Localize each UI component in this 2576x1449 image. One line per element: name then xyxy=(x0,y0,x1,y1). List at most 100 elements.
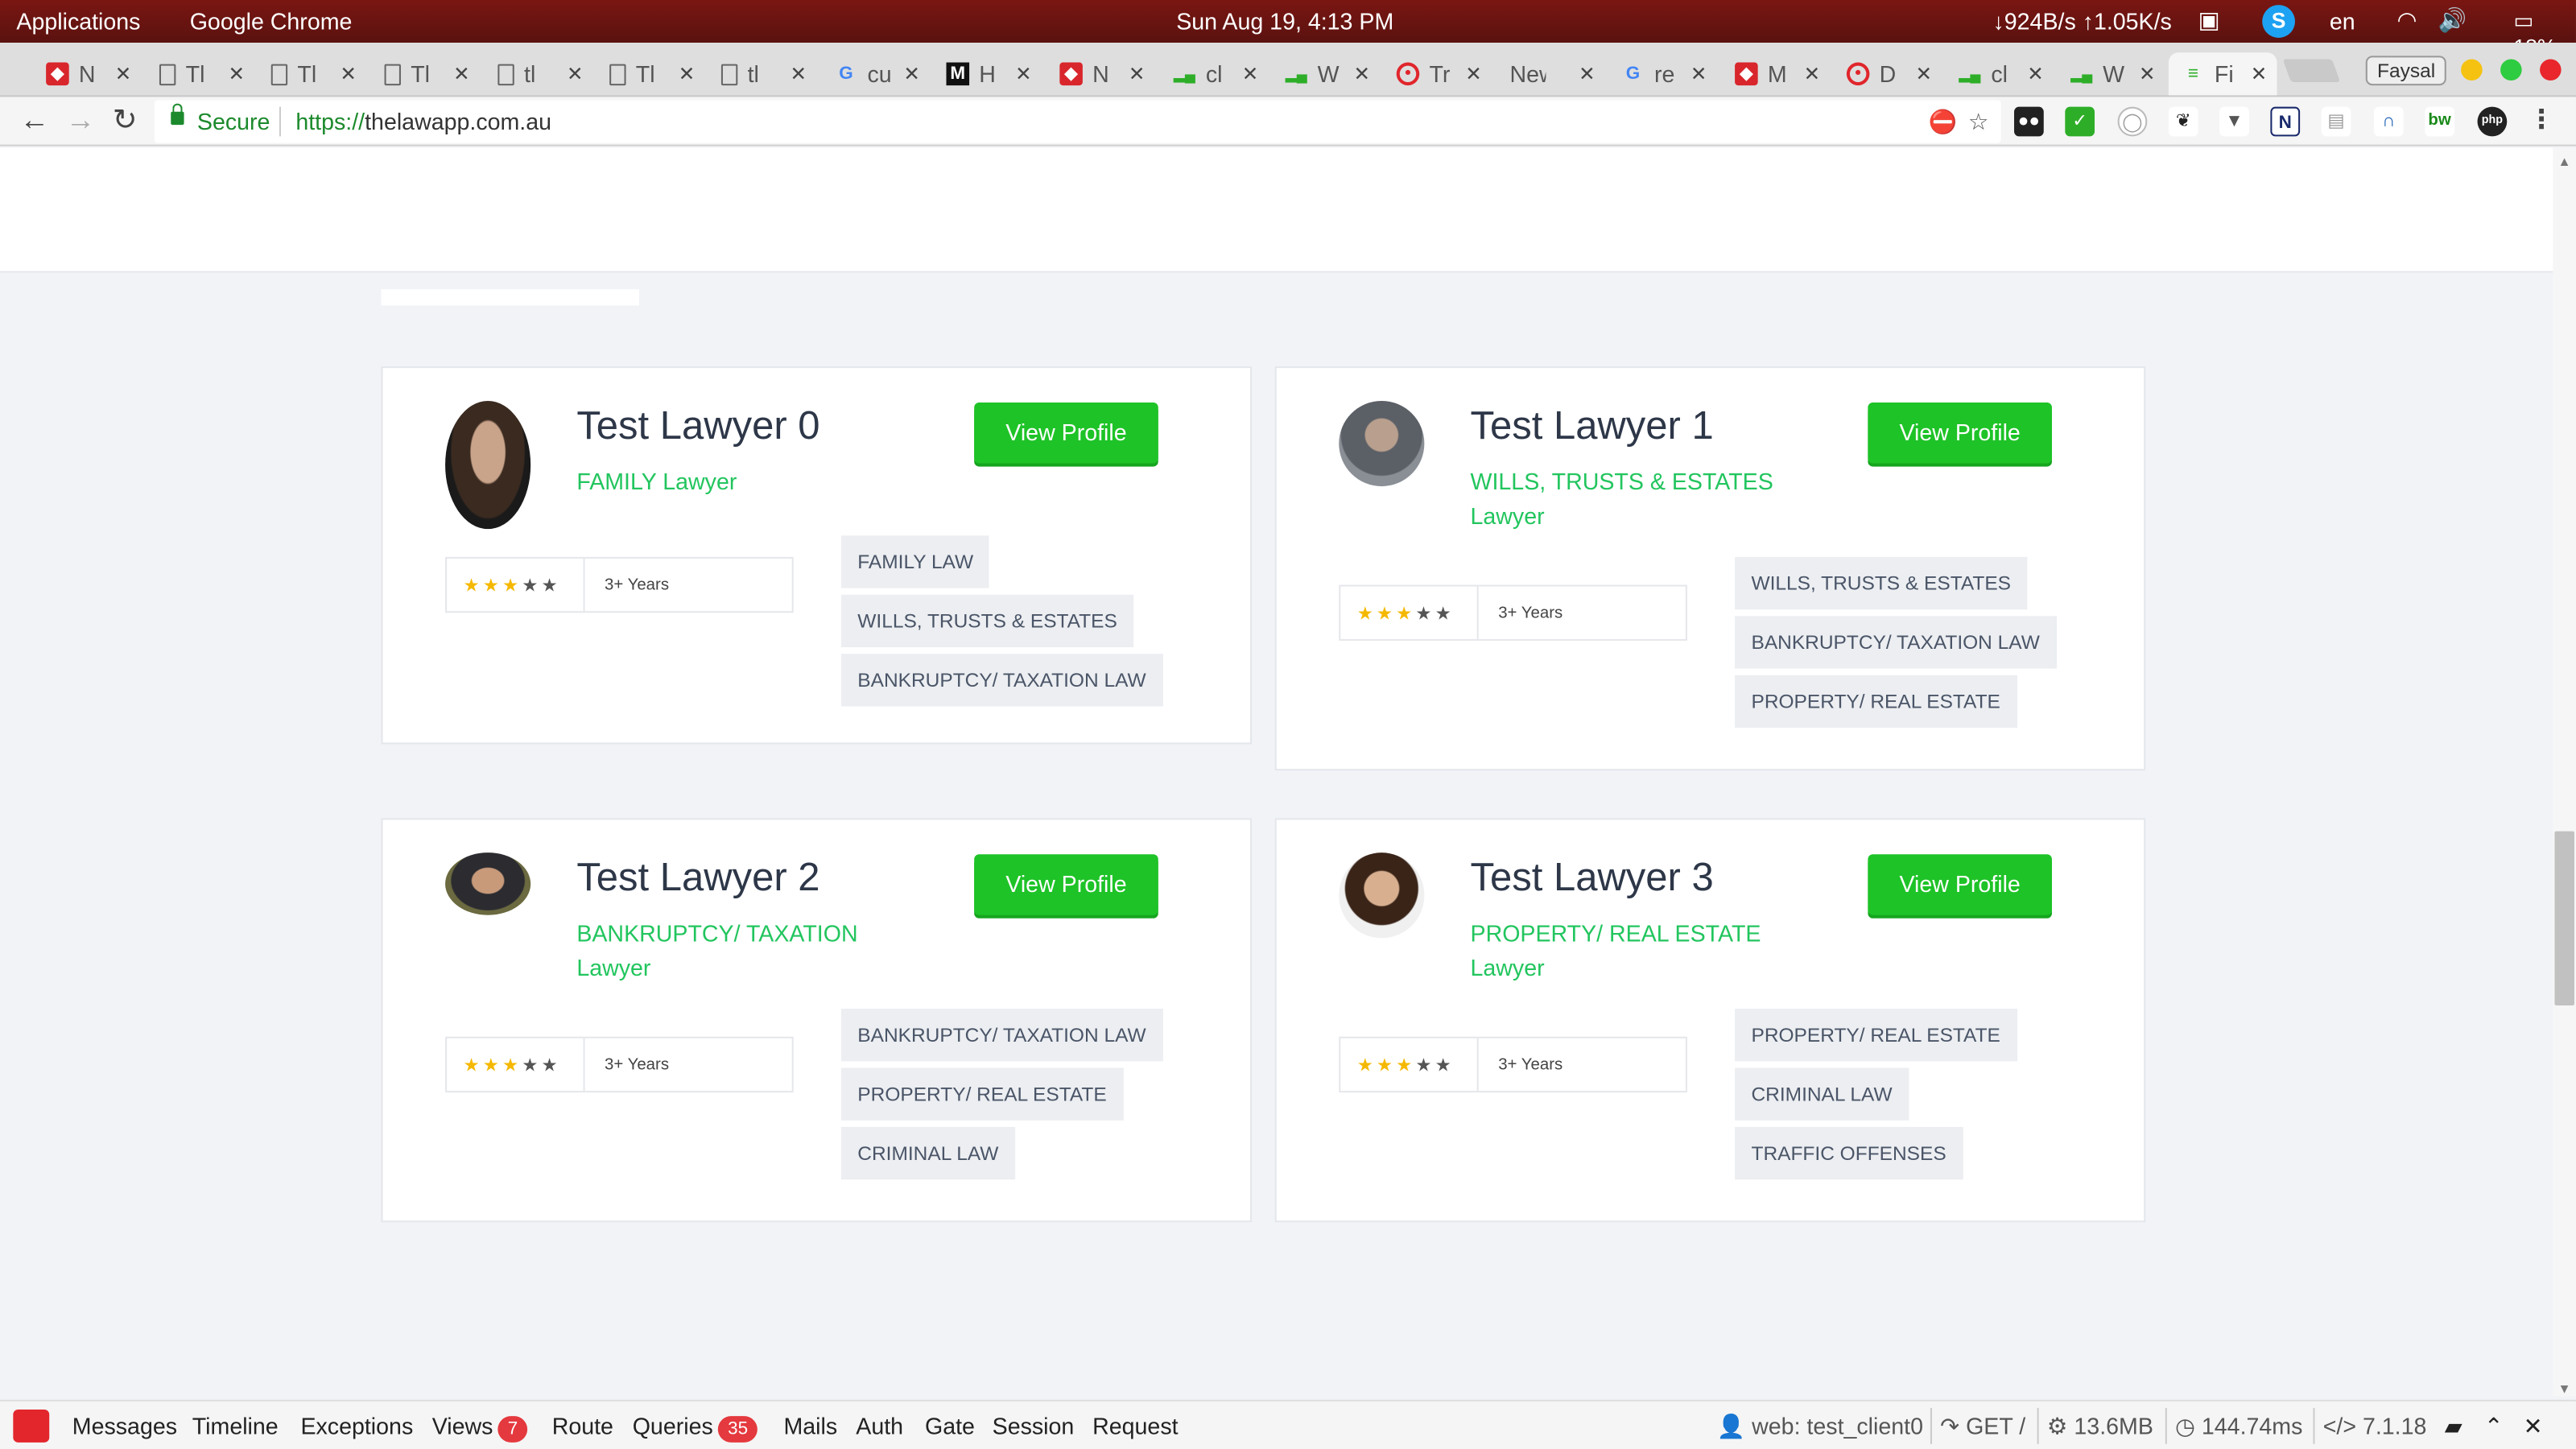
practice-area-tag[interactable]: CRIMINAL LAW xyxy=(1735,1067,1909,1121)
minimize-button[interactable] xyxy=(2461,59,2483,80)
active-app-name[interactable]: Google Chrome xyxy=(190,8,353,35)
secure-label[interactable]: Secure xyxy=(197,109,270,135)
browser-tab[interactable]: Tl ✕ xyxy=(147,52,255,95)
practice-area-tag[interactable]: BANKRUPTCY/ TAXATION LAW xyxy=(840,1009,1163,1062)
back-icon[interactable]: ← xyxy=(16,104,52,138)
close-debugbar-icon[interactable]: ✕ xyxy=(2524,1413,2543,1441)
tab-close-icon[interactable]: ✕ xyxy=(1242,63,1259,86)
practice-area-tag[interactable]: WILLS, TRUSTS & ESTATES xyxy=(840,594,1134,648)
practice-area-tag[interactable]: BANKRUPTCY/ TAXATION LAW xyxy=(1735,616,2057,669)
browser-tab[interactable]: Tl ✕ xyxy=(258,52,366,95)
practice-area-tag[interactable]: BANKRUPTCY/ TAXATION LAW xyxy=(840,654,1163,707)
browser-tab[interactable]: New ✕ xyxy=(1496,52,1605,95)
url-text[interactable]: https://thelawapp.com.au xyxy=(295,109,551,135)
tab-close-icon[interactable]: ✕ xyxy=(229,63,246,86)
system-clock[interactable]: Sun Aug 19, 4:13 PM xyxy=(1176,8,1393,35)
tab-close-icon[interactable]: ✕ xyxy=(1353,63,1370,86)
debug-tab-mails[interactable]: Mails xyxy=(783,1413,837,1439)
filter-tab-stub[interactable] xyxy=(381,289,639,306)
tab-close-icon[interactable]: ✕ xyxy=(1015,63,1032,86)
debug-request-method[interactable]: ↷ GET / xyxy=(1940,1413,2025,1441)
extension-n-icon[interactable]: N xyxy=(2270,106,2301,137)
tab-close-icon[interactable]: ✕ xyxy=(1804,63,1821,86)
extension-circle-icon[interactable]: ◯ xyxy=(2117,106,2148,137)
view-profile-button[interactable]: View Profile xyxy=(1868,402,2052,464)
browser-tab[interactable]: ◆ M ✕ xyxy=(1722,52,1831,95)
wifi-icon[interactable]: ◠ xyxy=(2397,6,2417,35)
clipboard-icon[interactable]: ▣ xyxy=(2198,6,2220,35)
tab-close-icon[interactable]: ✕ xyxy=(903,63,920,86)
debug-php-version[interactable]: </> 7.1.18 xyxy=(2323,1413,2427,1439)
tab-close-icon[interactable]: ✕ xyxy=(1690,63,1707,86)
debug-tab-route[interactable]: Route xyxy=(552,1413,613,1439)
browser-tab[interactable]: ▂▄ cl ✕ xyxy=(1945,52,2054,95)
extension-bw-icon[interactable]: bw xyxy=(2425,106,2454,137)
extension-gnome-icon[interactable]: ❦ xyxy=(2168,106,2198,137)
practice-area-tag[interactable]: CRIMINAL LAW xyxy=(840,1126,1015,1180)
browser-tab[interactable]: ≡ Fi ✕ xyxy=(2168,52,2277,96)
browser-tab[interactable]: ▂▄ W ✕ xyxy=(2057,52,2165,95)
folder-open-icon[interactable]: ▰ xyxy=(2445,1413,2462,1441)
practice-area-tag[interactable]: PROPERTY/ REAL ESTATE xyxy=(840,1067,1124,1121)
bookmark-star-icon[interactable]: ☆ xyxy=(1968,109,1989,137)
page-scrollbar[interactable]: ▲ ▼ xyxy=(2553,147,2576,1397)
browser-tab[interactable]: M H ✕ xyxy=(933,52,1042,95)
debug-tab-request[interactable]: Request xyxy=(1092,1413,1178,1439)
tab-close-icon[interactable]: ✕ xyxy=(1915,63,1932,86)
close-window-button[interactable] xyxy=(2540,59,2562,80)
profile-button[interactable]: Faysal xyxy=(2365,56,2447,86)
browser-tab[interactable]: Tl ✕ xyxy=(597,52,705,95)
forward-icon[interactable]: → xyxy=(63,104,99,138)
debug-tab-auth[interactable]: Auth xyxy=(856,1413,903,1439)
debug-tab-session[interactable]: Session xyxy=(993,1413,1075,1439)
browser-tab[interactable]: tl ✕ xyxy=(485,52,593,95)
browser-tab[interactable]: ▂▄ W ✕ xyxy=(1272,52,1381,95)
tab-close-icon[interactable]: ✕ xyxy=(340,63,357,86)
debug-tab-gate[interactable]: Gate xyxy=(925,1413,975,1439)
tab-close-icon[interactable]: ✕ xyxy=(2139,63,2156,86)
extension-php-icon[interactable]: php xyxy=(2477,106,2508,137)
practice-area-tag[interactable]: TRAFFIC OFFENSES xyxy=(1735,1126,1963,1180)
tab-close-icon[interactable]: ✕ xyxy=(453,63,470,86)
browser-tab[interactable]: Tl ✕ xyxy=(371,52,480,95)
view-profile-button[interactable]: View Profile xyxy=(974,854,1158,915)
scrollbar-thumb[interactable] xyxy=(2554,831,2574,1005)
tab-close-icon[interactable]: ✕ xyxy=(115,63,132,86)
applications-menu[interactable]: Applications xyxy=(16,8,140,35)
debug-time[interactable]: ◷ 144.74ms xyxy=(2175,1413,2302,1441)
maximize-button[interactable] xyxy=(2500,59,2522,80)
debugbar-logo-icon[interactable] xyxy=(13,1410,50,1443)
scroll-down-icon[interactable]: ▼ xyxy=(2558,1381,2571,1396)
omnibox[interactable]: Secure https://thelawapp.com.au ⛔ ☆ xyxy=(154,100,2001,143)
tab-close-icon[interactable]: ✕ xyxy=(2027,63,2044,86)
browser-tab[interactable]: ◆ N ✕ xyxy=(1046,52,1155,95)
skype-icon[interactable]: S xyxy=(2262,5,2295,38)
browser-tab[interactable]: Gcu ✕ xyxy=(821,52,930,95)
tab-close-icon[interactable]: ✕ xyxy=(1129,63,1146,86)
browser-tab[interactable]: tl ✕ xyxy=(708,52,817,95)
extension-vue-icon[interactable]: ▼ xyxy=(2219,106,2249,137)
reload-icon[interactable]: ↻ xyxy=(107,104,143,138)
extension-arc-icon[interactable]: ∩ xyxy=(2373,106,2404,137)
extension-android-icon[interactable]: ▤ xyxy=(2321,106,2351,137)
chrome-menu-icon[interactable]: ⋮ xyxy=(2527,107,2557,137)
scroll-up-icon[interactable]: ▲ xyxy=(2558,155,2571,169)
tab-close-icon[interactable]: ✕ xyxy=(2251,63,2268,86)
practice-area-tag[interactable]: FAMILY LAW xyxy=(840,535,990,588)
browser-tab[interactable]: ▂▄ cl ✕ xyxy=(1160,52,1269,95)
debug-tab-queries[interactable]: Queries 35 xyxy=(633,1413,758,1443)
practice-area-tag[interactable]: PROPERTY/ REAL ESTATE xyxy=(1735,1009,2017,1062)
lock-icon[interactable] xyxy=(171,103,184,126)
new-tab-button[interactable] xyxy=(2282,59,2341,83)
browser-tab[interactable]: ◆ N ✕ xyxy=(33,52,142,95)
tab-close-icon[interactable]: ✕ xyxy=(679,63,696,86)
view-profile-button[interactable]: View Profile xyxy=(1868,854,2052,915)
debug-tab-views[interactable]: Views 7 xyxy=(432,1413,528,1443)
tab-close-icon[interactable]: ✕ xyxy=(790,63,807,86)
browser-tab[interactable]: ● D ✕ xyxy=(1834,52,1942,95)
tab-close-icon[interactable]: ✕ xyxy=(1579,63,1596,86)
extension-shield-icon[interactable]: ✓ xyxy=(2065,106,2095,137)
blocked-content-icon[interactable]: ⛔ xyxy=(1929,109,1958,137)
volume-icon[interactable]: 🔊 xyxy=(2438,6,2467,35)
practice-area-tag[interactable]: PROPERTY/ REAL ESTATE xyxy=(1735,675,2017,729)
